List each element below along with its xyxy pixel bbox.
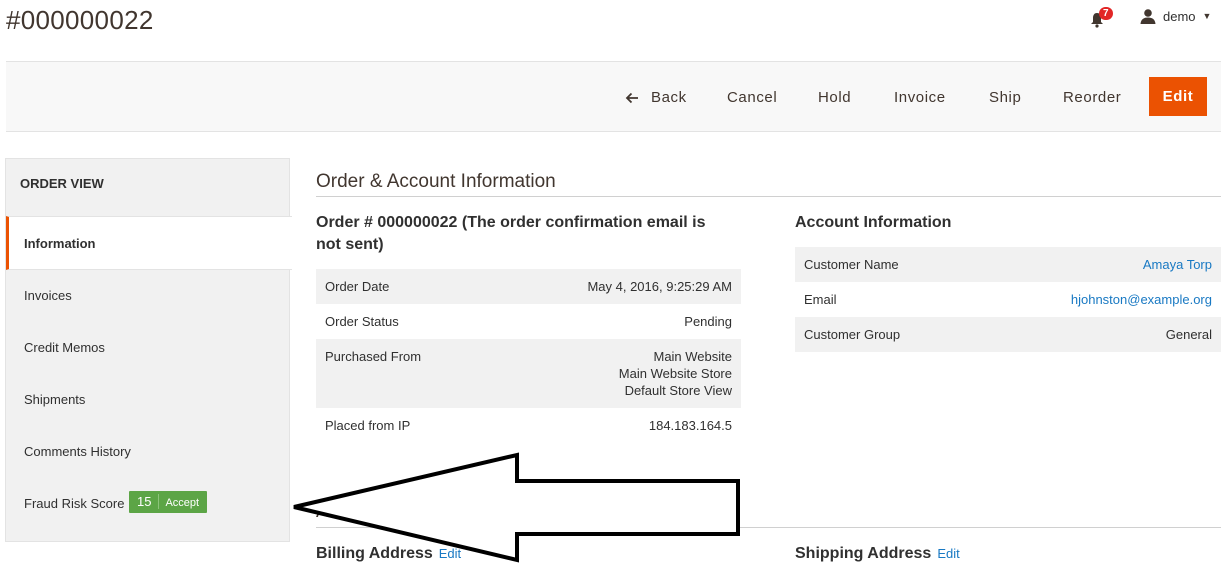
order-view-sidebar: ORDER VIEW Information Invoices Credit M… <box>5 158 292 542</box>
notifications-button[interactable]: 7 <box>1090 7 1113 30</box>
page-actions-bar: Back Cancel Hold Invoice Ship Reorder Ed… <box>6 61 1221 132</box>
ship-button[interactable]: Ship <box>989 80 1021 116</box>
order-title-line-1: Order # 000000022 (The order confirmatio… <box>316 214 706 231</box>
order-info-table: Order Date May 4, 2016, 9:25:29 AM Order… <box>316 269 741 443</box>
cancel-button[interactable]: Cancel <box>727 80 777 116</box>
sidebar-item-label: Invoices <box>24 288 72 303</box>
user-name: demo <box>1163 8 1196 24</box>
account-info-title: Account Information <box>795 214 952 231</box>
billing-address-title: Billing Address Edit <box>316 543 461 565</box>
reorder-button[interactable]: Reorder <box>1063 80 1121 116</box>
table-row: Purchased From Main Website Main Website… <box>316 339 741 408</box>
chevron-down-icon: ▼ <box>1202 11 1212 21</box>
order-account-section-title: Order & Account Information <box>316 171 556 192</box>
sidebar-item-comments-history[interactable]: Comments History <box>6 425 289 477</box>
back-button-label: Back <box>651 89 687 106</box>
fraud-score-badge: 15 Accept <box>129 491 208 513</box>
sidebar-item-label: Shipments <box>24 392 86 407</box>
fraud-recommendation: Accept <box>165 497 200 509</box>
hold-button[interactable]: Hold <box>818 80 851 116</box>
customer-group-label: Customer Group <box>795 317 973 352</box>
order-status-value: Pending <box>684 314 732 329</box>
sidebar-title: ORDER VIEW <box>20 176 104 191</box>
section-divider <box>316 527 1221 528</box>
purchased-from-value: Main Website Main Website Store Default … <box>491 339 741 408</box>
shipping-address-label: Shipping Address <box>795 545 932 562</box>
order-title: Order # 000000022 (The order confirmatio… <box>316 212 746 256</box>
sidebar-item-label: Fraud Risk Score <box>24 496 125 511</box>
order-title-line-2: not sent) <box>316 236 384 253</box>
order-date-label: Order Date <box>316 269 492 304</box>
shipping-address-title: Shipping Address Edit <box>795 543 960 565</box>
customer-name-link[interactable]: Amaya Torp <box>1143 257 1212 272</box>
email-label: Email <box>804 292 837 307</box>
user-menu[interactable]: demo ▼ <box>1140 8 1211 24</box>
page-title: #000000022 <box>6 5 154 35</box>
placed-from-ip-value: 184.183.164.5 <box>648 418 732 433</box>
section-divider <box>316 196 1221 197</box>
edit-button[interactable]: Edit <box>1149 77 1207 116</box>
table-row: Email hjohnston@example.org <box>795 282 1221 317</box>
purchased-from-label: Purchased From <box>316 339 492 408</box>
customer-group-value: General <box>972 317 1221 352</box>
fraud-score-value: 15 <box>137 494 160 509</box>
notification-count-badge: 7 <box>1099 7 1113 20</box>
table-row: Customer Group General <box>795 317 1221 352</box>
table-row: Placed from IP 184.183.164.5 <box>316 408 741 443</box>
user-icon <box>1140 9 1156 24</box>
sidebar-item-invoices[interactable]: Invoices <box>6 269 289 321</box>
website-name: Main Website <box>653 349 732 364</box>
order-status-label: Order Status <box>325 314 399 329</box>
invoice-button[interactable]: Invoice <box>894 80 946 116</box>
store-view-name: Default Store View <box>624 383 732 398</box>
customer-name-label: Customer Name <box>795 247 973 282</box>
sidebar-item-label: Comments History <box>24 444 131 459</box>
sidebar-item-information[interactable]: Information <box>6 216 292 270</box>
table-row: Order Date May 4, 2016, 9:25:29 AM <box>316 269 741 304</box>
order-date-value: May 4, 2016, 9:25:29 AM <box>491 269 741 304</box>
account-info-table: Customer Name Amaya Torp Email hjohnston… <box>795 247 1221 352</box>
placed-from-ip-label: Placed from IP <box>325 418 411 433</box>
sidebar-item-label: Credit Memos <box>24 340 105 355</box>
billing-address-label: Billing Address <box>316 545 433 562</box>
table-row: Order Status Pending <box>316 304 741 339</box>
email-link[interactable]: hjohnston@example.org <box>1071 292 1212 307</box>
store-name: Main Website Store <box>618 366 732 381</box>
sidebar-item-shipments[interactable]: Shipments <box>6 373 289 425</box>
sidebar-item-credit-memos[interactable]: Credit Memos <box>6 321 289 373</box>
shipping-address-edit-link[interactable]: Edit <box>937 546 959 561</box>
billing-address-edit-link[interactable]: Edit <box>439 546 461 561</box>
sidebar-item-label: Information <box>24 236 96 251</box>
table-row: Customer Name Amaya Torp <box>795 247 1221 282</box>
arrow-left-icon <box>625 92 638 104</box>
address-section-title: Address Information <box>316 501 487 522</box>
back-button[interactable]: Back <box>625 80 687 116</box>
